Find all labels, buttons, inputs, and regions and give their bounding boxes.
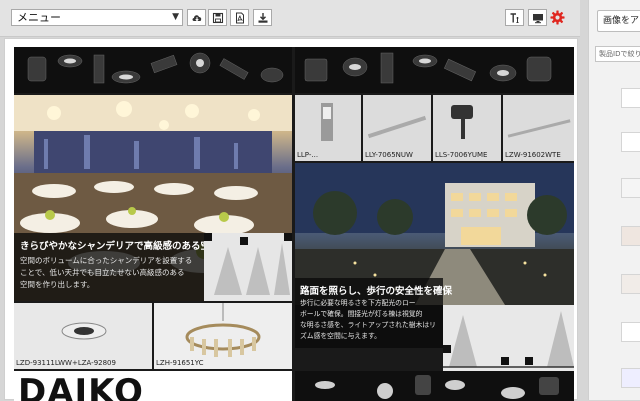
download-button[interactable] (253, 9, 272, 26)
path-caption-line: ズム感を空間に与えます。 (300, 332, 381, 340)
pdf-icon (235, 12, 244, 23)
viewer-toolbar: メニュー ▼ (0, 0, 580, 37)
path-caption: 路面を照らし、歩行の安全性を確保 歩行に必要な明るさを下方配光のロー ボールで確… (295, 278, 452, 348)
path-caption-body: 歩行に必要な明るさを下方配光のロー ボールで確保。間接光が灯る棟は視覚的 な明る… (300, 298, 436, 342)
image-thumbnail[interactable] (621, 88, 640, 108)
cloud-download-button[interactable] (187, 9, 206, 26)
light-distribution-diagram-image (204, 233, 292, 295)
upload-image-button[interactable]: 画像をアップ (597, 10, 640, 32)
product-tile[interactable]: LZW-91602WTE (503, 95, 574, 161)
fixture-photo-strip-image (27, 52, 284, 84)
path-light-diagram-image (443, 311, 574, 368)
menu-select-value: メニュー (17, 11, 61, 24)
banquet-caption-title: きらびやかなシャンデリアで高級感のある空間に (20, 241, 230, 252)
product-label: LZD-93111LWW+LZA-92809 (16, 359, 116, 367)
light-distribution-diagram (204, 233, 292, 301)
settings-button[interactable] (549, 9, 566, 26)
path-caption-line: ボールで確保。間接光が灯る棟は視覚的 (300, 310, 423, 318)
path-caption-line: な明るさ感を、ライトアップされた樹木はリ (300, 321, 436, 329)
banquet-caption-line: 空間を作り出します。 (20, 280, 95, 289)
pdf-export-button[interactable] (230, 9, 249, 26)
banquet-hall-photo: きらびやかなシャンデリアで高級感のある空間に 空間のボリュームに合ったシャンデリ… (14, 95, 292, 301)
image-thumbnail[interactable] (621, 274, 640, 294)
image-sidebar: 画像をアップ 製品IDで絞り込み (588, 0, 640, 400)
image-thumbnail[interactable] (621, 368, 640, 388)
product-tile[interactable]: LLP-... (295, 95, 361, 161)
product-label: LLP-... (297, 151, 319, 159)
path-light-diagram (443, 305, 574, 371)
save-button[interactable] (208, 9, 227, 26)
fixture-photo-strip-right (295, 47, 574, 93)
image-thumbnail[interactable] (621, 132, 640, 152)
image-thumbnail[interactable] (621, 178, 640, 198)
product-tile[interactable]: LLS-7006YUME (433, 95, 501, 161)
product-label: LZW-91602WTE (505, 151, 561, 159)
document-page: きらびやかなシャンデリアで高級感のある空間に 空間のボリュームに合ったシャンデリ… (4, 38, 578, 401)
product-id-filter-input[interactable]: 製品IDで絞り込み (595, 46, 640, 62)
image-thumbnail[interactable] (621, 226, 640, 246)
cloud-download-icon (192, 14, 201, 21)
fixture-photo-strip-right-image (304, 52, 552, 84)
fixture-photo-strip-bottom (295, 371, 574, 401)
catalog-spread[interactable]: きらびやかなシャンデリアで高級感のある空間に 空間のボリュームに合ったシャンデリ… (14, 47, 574, 401)
monitor-button[interactable] (528, 9, 547, 26)
banquet-caption-body: 空間のボリュームに合ったシャンデリアを設置する ことで、低い天井でも目立たせない… (20, 255, 192, 291)
brand-logo: DAIKO (18, 372, 144, 401)
save-icon (212, 12, 223, 23)
fixture-photo-strip (14, 47, 292, 93)
monitor-icon (532, 13, 543, 23)
banquet-caption-line: ことで、低い天井でも目立たせない高級感のある (20, 268, 185, 277)
menu-select[interactable]: メニュー ▼ (11, 9, 183, 26)
chevron-down-icon: ▼ (172, 12, 179, 22)
product-label: LLY-7065NUW (365, 151, 413, 159)
fixture-photo-strip-bottom-image (315, 375, 559, 399)
product-label: LLS-7006YUME (435, 151, 488, 159)
text-size-icon (510, 12, 518, 23)
banquet-caption-line: 空間のボリュームに合ったシャンデリアを設置する (20, 256, 193, 265)
product-tile[interactable]: LZD-93111LWW+LZA-92809 (14, 303, 152, 369)
product-tile[interactable]: LLY-7065NUW (363, 95, 431, 161)
download-icon (258, 12, 267, 23)
path-caption-line: 歩行に必要な明るさを下方配光のロー (300, 299, 416, 307)
image-thumbnail[interactable] (621, 322, 640, 342)
product-label: LZH-91651YC (156, 359, 204, 367)
path-caption-title: 路面を照らし、歩行の安全性を確保 (300, 286, 453, 297)
banquet-caption: きらびやかなシャンデリアで高級感のある空間に 空間のボリュームに合ったシャンデリ… (14, 233, 229, 301)
text-size-button[interactable] (505, 9, 524, 26)
gear-icon (550, 10, 565, 25)
brand-page: DAIKO (14, 371, 292, 401)
product-tile[interactable]: LZH-91651YC (154, 303, 292, 369)
